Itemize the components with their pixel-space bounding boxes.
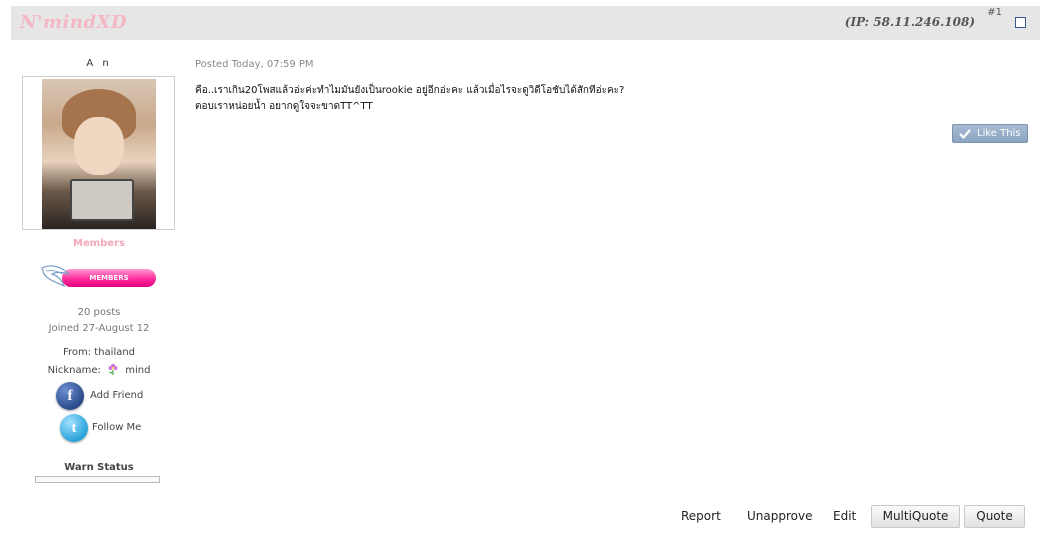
post-header: N'mindXD (IP: 58.11.246.108) #1 bbox=[11, 6, 1040, 40]
member-group: Members bbox=[73, 238, 125, 249]
select-post-checkbox[interactable] bbox=[1015, 17, 1026, 28]
wing-icon bbox=[41, 265, 70, 288]
avatar-frame bbox=[22, 76, 175, 230]
post-date: Posted Today, 07:59 PM bbox=[195, 59, 314, 70]
join-date: Joined 27-August 12 bbox=[48, 323, 150, 334]
flower-icon bbox=[108, 364, 118, 375]
post-number[interactable]: #1 bbox=[987, 7, 1002, 18]
avatar[interactable] bbox=[42, 79, 156, 229]
badge-pill: MEMBERS bbox=[62, 269, 156, 287]
check-icon bbox=[959, 129, 971, 139]
post-count: 20 posts bbox=[77, 307, 121, 318]
add-friend-link[interactable]: f Add Friend bbox=[56, 382, 176, 412]
facebook-glyph: f bbox=[67, 388, 73, 404]
like-button[interactable]: Like This bbox=[952, 124, 1028, 143]
follow-me-label[interactable]: Follow Me bbox=[92, 422, 141, 433]
post-body: คือ..เราเกิน20โพสแล้วอ่ะค่ะทำไมมันยังเป็… bbox=[195, 83, 624, 115]
edit-link[interactable]: Edit bbox=[833, 509, 856, 523]
unapprove-link[interactable]: Unapprove bbox=[747, 509, 812, 523]
post-line: คือ..เราเกิน20โพสแล้วอ่ะค่ะทำไมมันยังเป็… bbox=[195, 85, 625, 96]
nickname-value: mind bbox=[125, 365, 151, 376]
quote-button[interactable]: Quote bbox=[964, 505, 1025, 528]
warn-status-label: Warn Status bbox=[64, 462, 134, 473]
author-name[interactable]: A n bbox=[20, 58, 178, 69]
add-friend-label[interactable]: Add Friend bbox=[90, 390, 143, 401]
member-badge: MEMBERS bbox=[40, 262, 158, 292]
multiquote-button[interactable]: MultiQuote bbox=[871, 505, 960, 528]
nickname-label: Nickname: bbox=[47, 365, 101, 376]
follow-me-link[interactable]: t Follow Me bbox=[60, 414, 180, 444]
twitter-glyph: t bbox=[71, 420, 77, 436]
post-username[interactable]: N'mindXD bbox=[20, 12, 127, 33]
report-link[interactable]: Report bbox=[681, 509, 721, 523]
author-location: From: thailand bbox=[62, 347, 136, 358]
like-button-label: Like This bbox=[977, 128, 1021, 139]
post-line: ตอบเราหน่อยน้ำ อยากดูใจจะขาดTT^TT bbox=[195, 101, 373, 112]
warn-status-bar bbox=[35, 476, 160, 483]
author-nickname: Nickname: mind bbox=[20, 363, 178, 376]
avatar-face bbox=[74, 117, 124, 175]
ip-address: (IP: 58.11.246.108) bbox=[844, 15, 975, 29]
avatar-camera bbox=[70, 179, 134, 221]
